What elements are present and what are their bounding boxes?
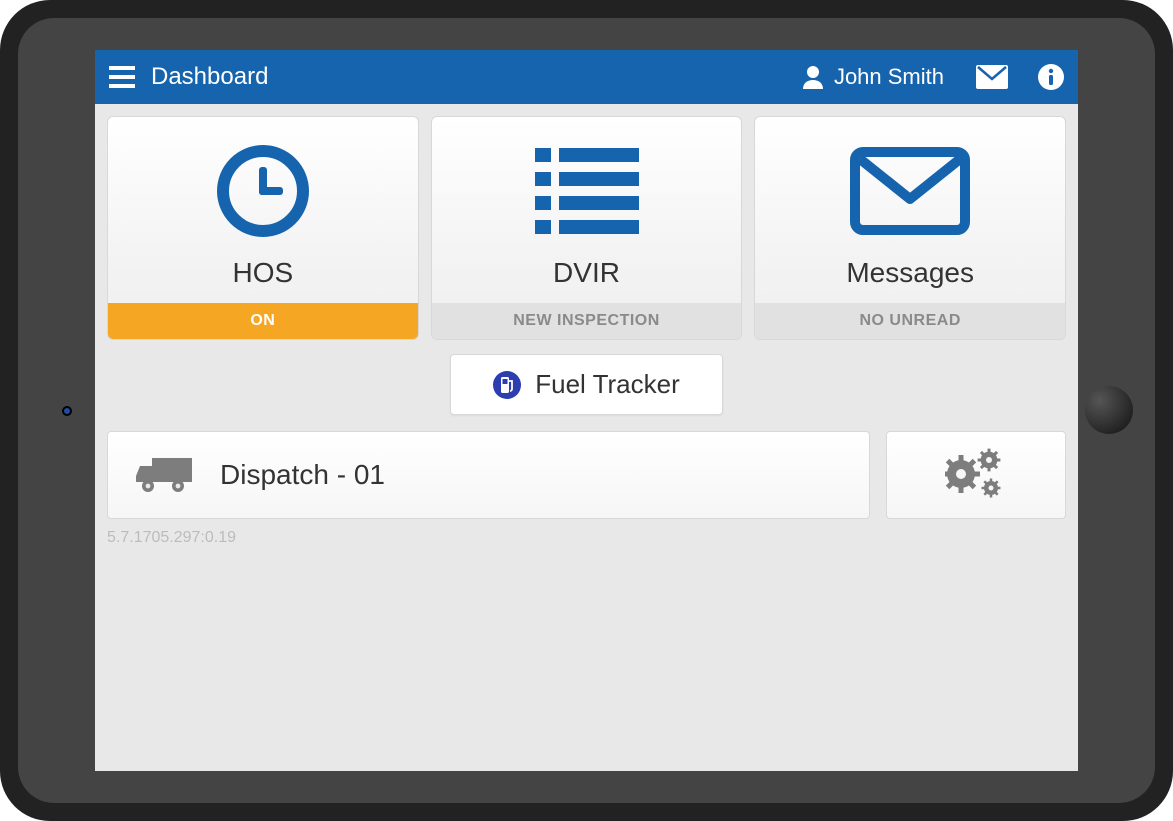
fuel-tracker-label: Fuel Tracker: [535, 369, 680, 400]
truck-icon: [136, 454, 192, 496]
user-chip[interactable]: John Smith: [802, 64, 944, 90]
tile-messages-status: NO UNREAD: [755, 303, 1065, 339]
app-screen: Dashboard John Smith: [95, 50, 1078, 771]
fuel-pump-icon: [493, 371, 521, 399]
fuel-tracker-button[interactable]: Fuel Tracker: [450, 354, 723, 415]
dispatch-label: Dispatch - 01: [220, 459, 385, 491]
tablet-frame: Dashboard John Smith: [0, 0, 1173, 821]
user-name: John Smith: [834, 64, 944, 90]
settings-button[interactable]: [886, 431, 1066, 519]
fuel-row: Fuel Tracker: [107, 354, 1066, 415]
gears-icon: [945, 448, 1007, 502]
tile-hos-status: ON: [108, 303, 418, 339]
tile-dvir[interactable]: DVIR NEW INSPECTION: [431, 116, 743, 340]
tablet-home-button[interactable]: [1085, 386, 1133, 434]
user-icon: [802, 65, 824, 89]
tile-row: HOS ON DVIR NEW INSPECTION: [107, 116, 1066, 340]
tile-dvir-status: NEW INSPECTION: [432, 303, 742, 339]
menu-icon[interactable]: [109, 66, 135, 88]
app-header: Dashboard John Smith: [95, 50, 1078, 104]
clock-icon: [108, 117, 418, 247]
tablet-camera: [62, 406, 72, 416]
envelope-icon: [755, 117, 1065, 247]
dispatch-card[interactable]: Dispatch - 01: [107, 431, 870, 519]
info-icon[interactable]: [1038, 64, 1064, 90]
page-title: Dashboard: [151, 63, 268, 91]
tile-messages[interactable]: Messages NO UNREAD: [754, 116, 1066, 340]
bottom-row: Dispatch - 01: [107, 431, 1066, 519]
list-icon: [432, 117, 742, 247]
tile-hos[interactable]: HOS ON: [107, 116, 419, 340]
version-label: 5.7.1705.297:0.19: [107, 529, 1066, 547]
mail-icon[interactable]: [976, 65, 1008, 89]
tile-messages-label: Messages: [846, 247, 974, 303]
tile-hos-label: HOS: [232, 247, 293, 303]
dashboard-content: HOS ON DVIR NEW INSPECTION: [95, 104, 1078, 547]
tile-dvir-label: DVIR: [553, 247, 620, 303]
